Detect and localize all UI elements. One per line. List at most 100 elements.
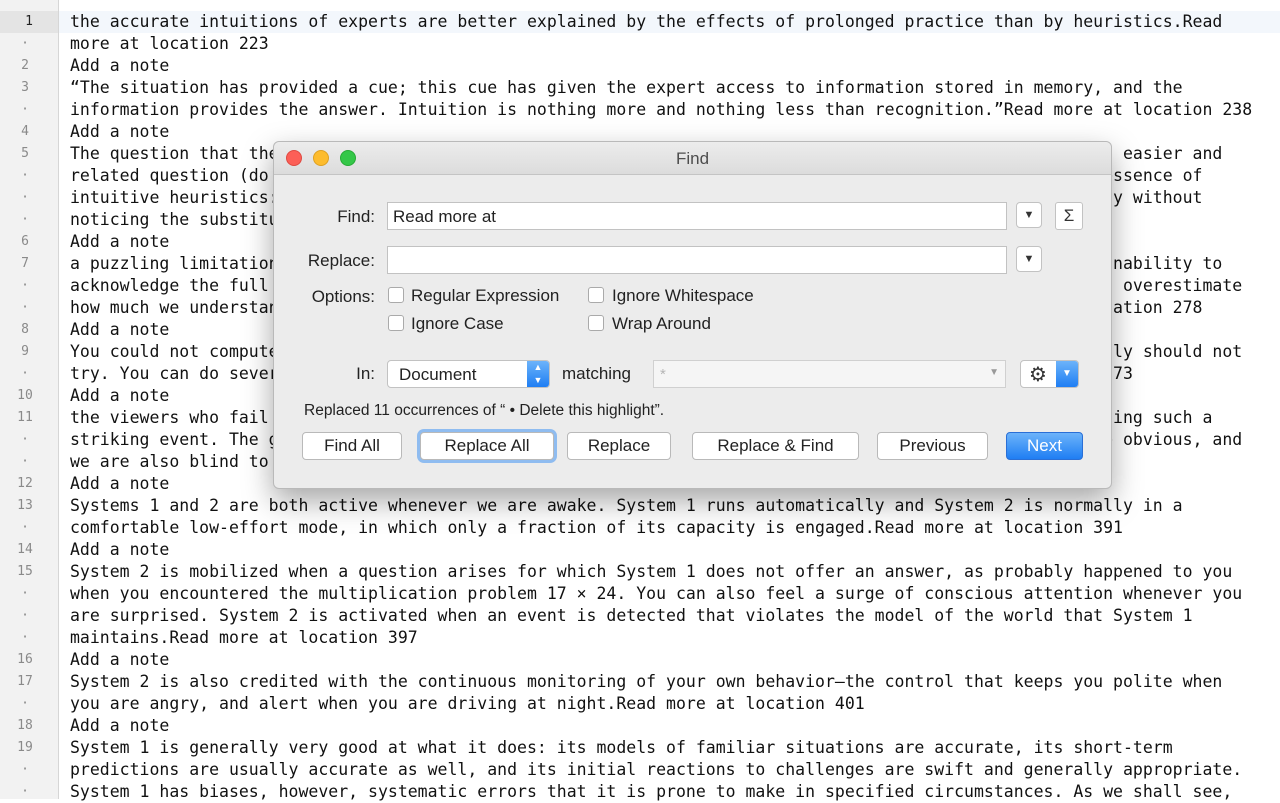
line-number: · [21,366,29,381]
text-line[interactable]: maintains.Read more at location 397 [70,627,418,649]
chevron-down-icon: ▼ [1056,361,1078,387]
dialog-titlebar: Find [274,142,1111,175]
ignore-case-checkbox[interactable] [388,315,404,331]
text-line[interactable]: when you encountered the multiplication … [70,583,1242,605]
find-field[interactable]: Read more at [387,202,1007,230]
line-number: 3 [21,80,29,95]
text-line[interactable]: the accurate intuitions of experts are b… [70,11,1222,33]
line-number: 15 [17,564,33,579]
line-number: · [21,696,29,711]
line-number: 13 [17,498,33,513]
text-line[interactable]: information provides the answer. Intuiti… [70,99,1252,121]
chevron-down-icon: ▼ [1023,253,1035,265]
line-number: 10 [17,388,33,403]
line-number: 2 [21,58,29,73]
replace-and-find-button[interactable]: Replace & Find [692,432,859,460]
text-line[interactable]: are surprised. System 2 is activated whe… [70,605,1193,627]
find-dialog: Find Find: Read more at ▼ Σ Replace: ▼ O… [273,141,1112,489]
text-line[interactable]: we are also blind to [70,451,269,473]
line-number: · [21,300,29,315]
scope-select-value: Document [399,365,477,384]
replace-history-dropdown[interactable]: ▼ [1016,246,1042,272]
line-number: 7 [21,256,29,271]
text-line[interactable]: Add a note [70,231,169,253]
line-number-gutter: 1 · 2 3 · 4 5 · · · 6 7 · · 8 9 · 10 11 · · 12 13 · 14 15 · · · 16 17 ·… [0,0,59,799]
line-number: · [21,630,29,645]
line-number: · [21,784,29,799]
ignore-whitespace-label: Ignore Whitespace [612,286,754,305]
text-line[interactable]: System 2 is also credited with the conti… [70,671,1222,693]
chevron-down-icon: ▼ [1023,209,1035,221]
find-label: Find: [337,207,375,226]
replace-label: Replace: [307,251,375,270]
line-number: · [21,432,29,447]
line-number: · [21,190,29,205]
text-line[interactable]: Add a note [70,715,169,737]
next-button[interactable]: Next [1006,432,1083,460]
ignore-case-label: Ignore Case [411,314,504,333]
text-line[interactable]: System 2 is mobilized when a question ar… [70,561,1232,583]
text-line[interactable]: Add a note [70,55,169,77]
line-number: · [21,36,29,51]
text-line[interactable]: noticing the substitu [70,209,279,231]
text-line[interactable]: comfortable low-effort mode, in which on… [70,517,1123,539]
chevron-down-icon: ▼ [989,367,999,378]
text-line[interactable]: System 1 has biases, however, systematic… [70,781,1232,803]
line-number: · [21,102,29,117]
text-line[interactable]: Add a note [70,473,169,495]
text-line[interactable]: Add a note [70,121,169,143]
find-history-dropdown[interactable]: ▼ [1016,202,1042,228]
line-number: 11 [17,410,33,425]
text-line[interactable]: Add a note [70,319,169,341]
previous-button[interactable]: Previous [877,432,988,460]
replace-all-button[interactable]: Replace All [420,432,554,460]
line-number: 16 [17,652,33,667]
text-line[interactable]: “The situation has provided a cue; this … [70,77,1183,99]
status-message: Replaced 11 occurrences of “ • Delete th… [304,402,665,419]
line-number: · [21,278,29,293]
line-number: 9 [21,344,29,359]
text-line[interactable]: Add a note [70,649,169,671]
line-number: · [21,608,29,623]
line-number: 6 [21,234,29,249]
replace-button[interactable]: Replace [567,432,671,460]
text-line[interactable]: Systems 1 and 2 are both active whenever… [70,495,1183,517]
settings-menu-button[interactable]: ⚙ ▼ [1020,360,1079,388]
line-number: · [21,762,29,777]
line-number: 19 [17,740,33,755]
line-number: · [21,454,29,469]
select-arrows-icon: ▲ ▼ [527,361,549,387]
text-line[interactable]: Add a note [70,385,169,407]
text-line[interactable]: predictions are usually accurate as well… [70,759,1242,781]
line-number: 18 [17,718,33,733]
line-number: 5 [21,146,29,161]
line-number: · [21,212,29,227]
line-number: · [21,586,29,601]
text-line[interactable]: you are angry, and alert when you are dr… [70,693,865,715]
line-number: 4 [21,124,29,139]
regex-checkbox[interactable] [388,287,404,303]
text-line[interactable]: System 1 is generally very good at what … [70,737,1173,759]
line-number: 1 [0,11,58,33]
line-number: · [21,168,29,183]
matching-value: * [660,366,666,383]
regex-label: Regular Expression [411,286,560,305]
replace-field[interactable] [387,246,1007,274]
matching-label: matching [562,364,631,383]
wrap-around-label: Wrap Around [612,314,711,333]
dialog-title: Find [675,149,710,168]
in-label: In: [356,364,375,383]
line-number: 8 [21,322,29,337]
sigma-icon[interactable]: Σ [1055,202,1083,230]
matching-combobox[interactable]: * ▼ [653,360,1006,388]
options-label: Options: [311,287,375,306]
text-line[interactable]: more at location 223 [70,33,269,55]
ignore-whitespace-checkbox[interactable] [588,287,604,303]
line-number: 12 [17,476,33,491]
scope-select[interactable]: Document ▲ ▼ [387,360,550,388]
find-all-button[interactable]: Find All [302,432,402,460]
line-number: · [21,520,29,535]
text-line[interactable]: Add a note [70,539,169,561]
line-number: 14 [17,542,33,557]
wrap-around-checkbox[interactable] [588,315,604,331]
